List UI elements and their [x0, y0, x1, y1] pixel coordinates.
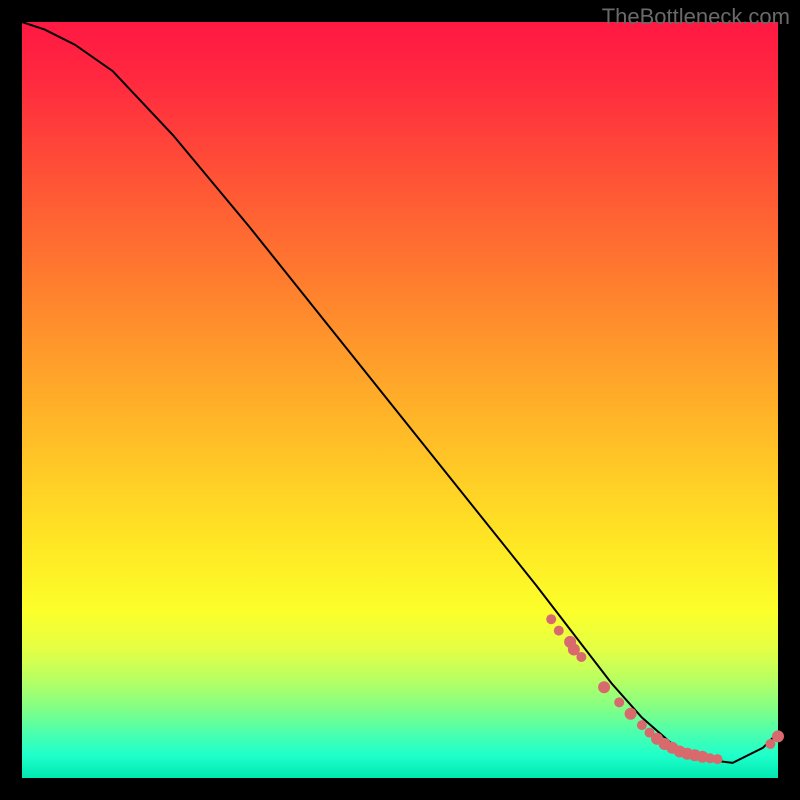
data-point — [625, 708, 637, 720]
data-point — [614, 697, 624, 707]
data-point — [576, 652, 586, 662]
data-point — [598, 681, 610, 693]
data-point — [546, 614, 556, 624]
chart-plot-area — [22, 22, 778, 778]
data-points-group — [546, 614, 784, 764]
chart-svg — [22, 22, 778, 778]
data-point — [637, 720, 647, 730]
bottleneck-curve — [22, 22, 778, 763]
watermark-text: TheBottleneck.com — [602, 4, 790, 30]
data-point — [713, 754, 723, 764]
data-point — [554, 626, 564, 636]
data-point — [772, 730, 784, 742]
